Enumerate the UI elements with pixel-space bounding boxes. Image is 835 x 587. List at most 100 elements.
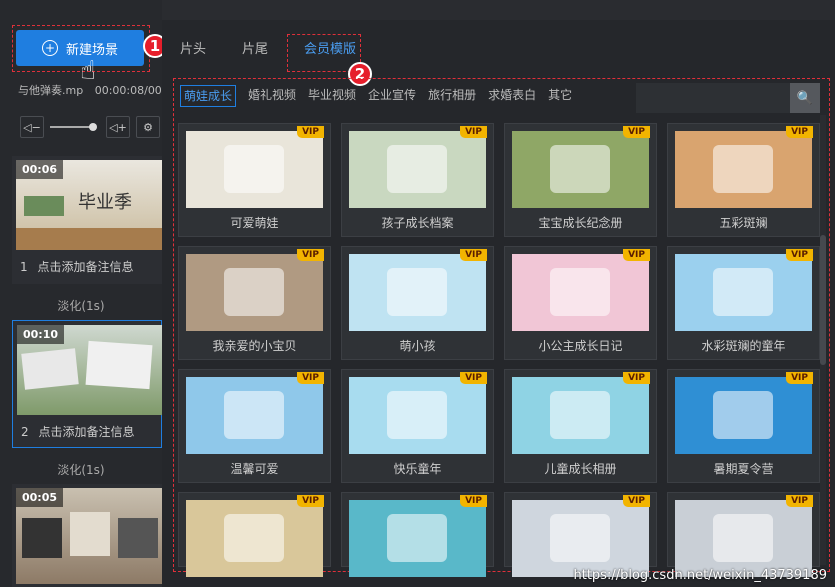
template-title: 儿童成长相册 (544, 462, 617, 476)
template-card[interactable]: VIP 小公主成长日记 (504, 246, 657, 360)
scene-card-2[interactable]: 00:10 2 点击添加备注信息 (12, 320, 163, 448)
template-thumbnail (349, 254, 486, 331)
vip-badge: VIP (786, 495, 813, 507)
template-thumbnail (512, 377, 649, 454)
scene-note[interactable]: 1 点击添加备注信息 (20, 258, 133, 275)
template-thumbnail (512, 254, 649, 331)
thumb-photo (224, 514, 284, 562)
template-card[interactable]: VIP 宝宝成长纪念册 (504, 123, 657, 237)
template-title: 五彩斑斓 (719, 216, 768, 230)
thumb-photo (24, 196, 64, 216)
thumb-photo (550, 268, 610, 316)
tab-intro[interactable]: 片头 (162, 32, 224, 68)
template-thumbnail (349, 500, 486, 577)
thumb-photo (713, 268, 773, 316)
vip-badge: VIP (297, 372, 324, 384)
thumb-photo (22, 518, 62, 558)
thumb-photo (713, 391, 773, 439)
scene-card-3[interactable]: 00:05 (12, 484, 162, 587)
category-travel[interactable]: 旅行相册 (428, 85, 476, 107)
scene-index: 1 (20, 260, 28, 274)
scene-note-text: 点击添加备注信息 (37, 260, 134, 274)
thumb-photo (21, 348, 79, 390)
thumb-photo (224, 145, 284, 193)
thumb-photo (713, 145, 773, 193)
thumb-photo (118, 518, 158, 558)
thumb-photo (550, 145, 610, 193)
template-card[interactable]: VIP 我亲爱的小宝贝 (178, 246, 331, 360)
scene-card-1[interactable]: 毕业季 00:06 1 点击添加备注信息 (12, 156, 162, 284)
scrollbar-thumb[interactable] (820, 235, 826, 365)
scene-sidebar: + 新建场景 1 ☝ 与他弹奏.mp 00:00:08/00 ◁− ◁+ ⚙ ⌑… (0, 0, 190, 587)
gallery-scrollbar[interactable] (820, 115, 826, 565)
template-search[interactable]: 🔍 (636, 83, 820, 113)
template-card[interactable]: VIP 儿童成长相册 (504, 369, 657, 483)
thumb-photo (224, 268, 284, 316)
template-card[interactable]: VIP 水彩斑斓的童年 (667, 246, 820, 360)
template-thumbnail (675, 131, 812, 208)
thumb-photo (224, 391, 284, 439)
vip-badge: VIP (460, 249, 487, 261)
category-graduation[interactable]: 毕业视频 (308, 85, 356, 107)
template-title: 可爱萌娃 (230, 216, 279, 230)
vip-badge: VIP (786, 249, 813, 261)
template-card[interactable]: VIP (667, 492, 820, 577)
scene-duration: 00:06 (16, 160, 64, 179)
template-thumbnail (186, 254, 323, 331)
template-card[interactable]: VIP (341, 492, 494, 577)
template-title: 小公主成长日记 (538, 339, 623, 353)
thumb-photo (550, 514, 610, 562)
thumb-photo (85, 340, 153, 390)
audio-file-name: 与他弹奏.mp (18, 84, 84, 97)
template-card[interactable]: VIP 可爱萌娃 (178, 123, 331, 237)
template-card[interactable]: VIP 温馨可爱 (178, 369, 331, 483)
category-bar: 萌娃成长 婚礼视频 毕业视频 企业宣传 旅行相册 求婚表白 其它 (180, 85, 572, 107)
vip-badge: VIP (623, 249, 650, 261)
category-other[interactable]: 其它 (548, 85, 572, 107)
template-card[interactable]: VIP 萌小孩 (341, 246, 494, 360)
template-title: 快乐童年 (393, 462, 442, 476)
scene-note[interactable]: 2 点击添加备注信息 (21, 423, 134, 440)
category-corporate[interactable]: 企业宣传 (368, 85, 416, 107)
template-card[interactable]: VIP 五彩斑斓 (667, 123, 820, 237)
transition-label-1[interactable]: 淡化(1s) (0, 297, 162, 314)
template-card[interactable]: VIP (178, 492, 331, 577)
template-title: 萌小孩 (399, 339, 436, 353)
volume-down-icon[interactable]: ◁− (20, 116, 44, 138)
volume-up-icon[interactable]: ◁+ (106, 116, 130, 138)
template-card[interactable]: VIP (504, 492, 657, 577)
vip-badge: VIP (460, 126, 487, 138)
template-card[interactable]: VIP 孩子成长档案 (341, 123, 494, 237)
scene-note-text: 点击添加备注信息 (38, 425, 135, 439)
transition-label-2[interactable]: 淡化(1s) (0, 461, 162, 478)
template-thumbnail (675, 254, 812, 331)
template-title: 水彩斑斓的童年 (701, 339, 786, 353)
template-title: 我亲爱的小宝贝 (212, 339, 297, 353)
search-icon[interactable]: 🔍 (790, 83, 820, 113)
template-panel: 片头 片尾 会员模版 2 萌娃成长 婚礼视频 毕业视频 企业宣传 旅行相册 求婚… (162, 20, 835, 587)
template-card[interactable]: VIP 快乐童年 (341, 369, 494, 483)
template-thumbnail (186, 377, 323, 454)
template-title: 宝宝成长纪念册 (538, 216, 623, 230)
template-title: 孩子成长档案 (381, 216, 454, 230)
category-wedding[interactable]: 婚礼视频 (248, 85, 296, 107)
audio-file-row[interactable]: 与他弹奏.mp 00:00:08/00 (18, 82, 162, 98)
template-thumbnail (349, 377, 486, 454)
scene-duration: 00:10 (17, 325, 65, 344)
vip-badge: VIP (297, 495, 324, 507)
scene-thumb-text: 毕业季 (78, 192, 132, 213)
thumb-photo (70, 512, 110, 556)
category-proposal[interactable]: 求婚表白 (488, 85, 536, 107)
template-thumbnail (512, 131, 649, 208)
vip-badge: VIP (786, 126, 813, 138)
template-card[interactable]: VIP 暑期夏令营 (667, 369, 820, 483)
template-thumbnail (675, 500, 812, 577)
volume-slider[interactable] (50, 123, 97, 131)
thumb-photo (387, 391, 447, 439)
tab-outro[interactable]: 片尾 (224, 32, 286, 68)
scene-duration: 00:05 (16, 488, 64, 507)
vip-badge: VIP (297, 126, 324, 138)
category-baby-growth[interactable]: 萌娃成长 (180, 85, 237, 107)
vip-badge: VIP (297, 249, 324, 261)
gear-icon[interactable]: ⚙ (136, 116, 160, 138)
